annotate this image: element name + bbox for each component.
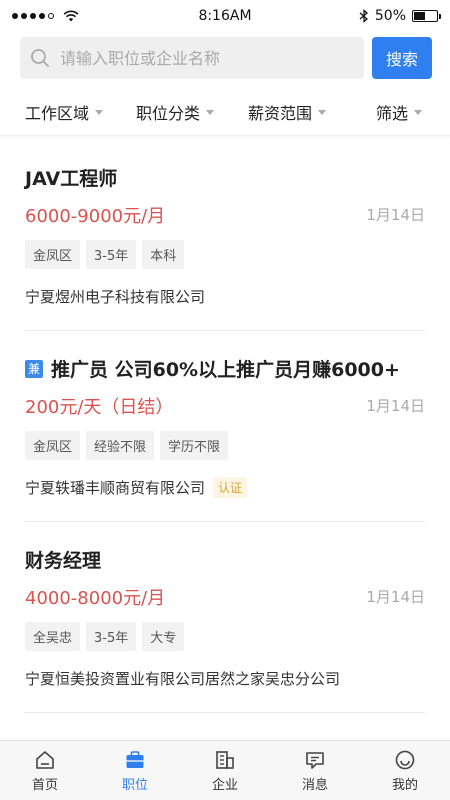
status-time: 8:16AM xyxy=(198,8,252,24)
job-tags: 金凤区 经验不限 学历不限 xyxy=(25,431,229,460)
filter-work-area[interactable]: 工作区域 xyxy=(25,100,104,124)
job-salary: 200元/天（日结） xyxy=(25,397,174,418)
home-icon xyxy=(36,750,54,769)
job-tag: 全吴忠 xyxy=(25,622,81,651)
signal-dot-icon xyxy=(21,13,27,19)
part-time-badge: 兼 xyxy=(25,359,43,378)
company-name: 宁夏轶璠丰顺商贸有限公司 认证 xyxy=(25,477,248,498)
job-tag: 大专 xyxy=(142,622,185,651)
filter-salary-range[interactable]: 薪资范围 xyxy=(248,100,327,124)
nav-label: 首页 xyxy=(31,777,58,793)
caret-down-icon xyxy=(95,110,104,115)
search-button[interactable]: 搜索 xyxy=(372,37,432,79)
caret-down-icon xyxy=(206,110,215,115)
job-tag: 金凤区 xyxy=(25,431,81,460)
nav-companies[interactable]: 企业 xyxy=(180,741,270,800)
filter-label: 筛选 xyxy=(376,103,409,123)
job-card[interactable]: 兼 推广员 公司60%以上推广员月赚6000+ 200元/天（日结） 1月14日… xyxy=(0,331,450,522)
filter-label: 职位分类 xyxy=(136,103,201,123)
signal-dot-icon xyxy=(39,13,45,19)
status-bar: 8:16AM 50% xyxy=(0,0,450,32)
job-card[interactable]: 财务经理 4000-8000元/月 1月14日 全吴忠 3-5年 大专 宁夏恒美… xyxy=(0,522,450,713)
profile-icon xyxy=(395,750,415,769)
nav-label: 消息 xyxy=(301,777,328,793)
job-date: 1月14日 xyxy=(366,397,425,415)
signal-dot-icon xyxy=(12,13,18,19)
company-name: 宁夏恒美投资置业有限公司居然之家吴忠分公司 xyxy=(25,668,340,689)
divider xyxy=(25,712,425,713)
bottom-nav: 首页 职位 企业 消息 我的 xyxy=(0,740,450,800)
nav-messages[interactable]: 消息 xyxy=(270,741,360,800)
nav-label: 我的 xyxy=(391,777,418,793)
search-box[interactable] xyxy=(20,37,364,79)
caret-down-icon xyxy=(318,110,327,115)
nav-jobs[interactable]: 职位 xyxy=(90,741,180,800)
caret-down-icon xyxy=(414,110,423,115)
job-salary: 4000-8000元/月 xyxy=(25,588,166,609)
company-name-text: 宁夏轶璠丰顺商贸有限公司 xyxy=(25,479,206,497)
job-tag: 经验不限 xyxy=(86,431,155,460)
verified-badge: 认证 xyxy=(213,477,248,498)
company-name-text: 宁夏煜州电子科技有限公司 xyxy=(25,288,206,306)
battery-icon xyxy=(412,10,441,22)
message-icon xyxy=(306,751,324,769)
filter-job-category[interactable]: 职位分类 xyxy=(136,100,215,124)
job-title: JAV工程师 xyxy=(25,164,117,191)
briefcase-icon xyxy=(126,750,144,768)
filter-more[interactable]: 筛选 xyxy=(376,100,423,124)
nav-label: 企业 xyxy=(211,777,238,793)
signal-dot-icon xyxy=(30,13,36,19)
battery-fill xyxy=(414,12,425,20)
job-title-text: 推广员 公司60%以上推广员月赚6000+ xyxy=(51,359,400,381)
job-title: 兼 推广员 公司60%以上推广员月赚6000+ xyxy=(25,355,400,382)
job-tag: 3-5年 xyxy=(86,622,137,651)
signal-dot-icon xyxy=(48,13,54,19)
job-tags: 全吴忠 3-5年 大专 xyxy=(25,622,185,651)
company-name-text: 宁夏恒美投资置业有限公司居然之家吴忠分公司 xyxy=(25,670,341,688)
filter-label: 薪资范围 xyxy=(248,103,313,123)
nav-home[interactable]: 首页 xyxy=(0,741,90,800)
job-title-text: 财务经理 xyxy=(25,550,102,572)
job-date: 1月14日 xyxy=(366,588,425,606)
job-tag: 本科 xyxy=(142,240,185,269)
search-input[interactable] xyxy=(60,48,354,68)
filter-label: 工作区域 xyxy=(25,103,90,123)
filter-bar: 工作区域 职位分类 薪资范围 筛选 xyxy=(0,88,450,136)
job-title: 财务经理 xyxy=(25,546,101,573)
job-tag: 3-5年 xyxy=(86,240,137,269)
signal-indicator xyxy=(12,10,162,22)
building-icon xyxy=(216,750,234,769)
wifi-icon xyxy=(63,10,79,22)
job-date: 1月14日 xyxy=(366,206,425,224)
job-tag: 金凤区 xyxy=(25,240,81,269)
job-salary: 6000-9000元/月 xyxy=(25,206,166,227)
battery-percent: 50% xyxy=(374,8,406,24)
nav-label: 职位 xyxy=(121,777,148,793)
job-title-text: JAV工程师 xyxy=(25,168,118,190)
nav-profile[interactable]: 我的 xyxy=(360,741,450,800)
job-card[interactable]: JAV工程师 6000-9000元/月 1月14日 金凤区 3-5年 本科 宁夏… xyxy=(0,140,450,331)
search-bar: 搜索 xyxy=(20,36,432,80)
job-tags: 金凤区 3-5年 本科 xyxy=(25,240,185,269)
bluetooth-icon xyxy=(359,9,368,23)
company-name: 宁夏煜州电子科技有限公司 xyxy=(25,286,205,307)
job-tag: 学历不限 xyxy=(160,431,229,460)
search-icon xyxy=(31,49,49,67)
job-list: JAV工程师 6000-9000元/月 1月14日 金凤区 3-5年 本科 宁夏… xyxy=(0,140,450,713)
